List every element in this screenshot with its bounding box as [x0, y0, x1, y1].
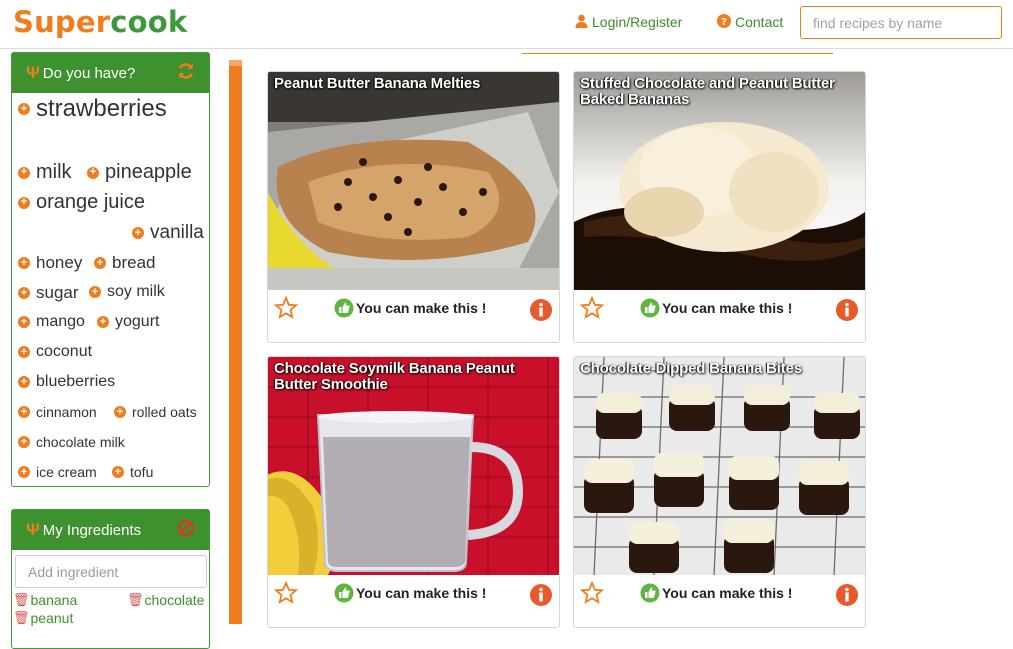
- plus-circle-icon: +: [18, 406, 30, 418]
- separator-bar-cap: [229, 60, 242, 66]
- recipe-card[interactable]: Chocolate-Dipped Banana Bites You can ma…: [573, 356, 866, 628]
- suggestion-honey[interactable]: + honey: [18, 253, 82, 273]
- contact-label: Contact: [735, 14, 784, 30]
- thumbs-up-icon: [334, 298, 354, 318]
- suggestion-tofu[interactable]: + tofu: [112, 464, 153, 480]
- suggestion-sugar[interactable]: + sugar: [18, 283, 79, 303]
- recipe-card[interactable]: Stuffed Chocolate and Peanut Butter Bake…: [573, 71, 866, 343]
- do-you-have-panel: Ψ Do you have? + strawberries + milk + pine…: [11, 52, 210, 487]
- add-ingredient-input[interactable]: [15, 555, 207, 588]
- ban-icon[interactable]: [177, 519, 195, 541]
- suggestion-rolled-oats[interactable]: + rolled oats: [114, 404, 197, 420]
- logo[interactable]: Supercook: [13, 5, 187, 39]
- suggestion-vanilla[interactable]: + vanilla: [132, 222, 204, 244]
- recipe-title[interactable]: Peanut Butter Banana Melties: [274, 76, 554, 92]
- suggestion-coconut[interactable]: + coconut: [18, 343, 92, 361]
- plus-circle-icon: +: [112, 466, 124, 478]
- recipe-title[interactable]: Chocolate-Dipped Banana Bites: [580, 361, 860, 377]
- can-make-status: You can make this !: [640, 583, 792, 603]
- do-you-have-title: Do you have?: [42, 64, 136, 82]
- info-icon[interactable]: [529, 298, 553, 322]
- plus-circle-icon: +: [18, 257, 30, 269]
- recipe-title[interactable]: Chocolate Soymilk Banana Peanut Butter S…: [274, 361, 554, 393]
- suggestion-chocolate-milk[interactable]: + chocolate milk: [18, 434, 125, 450]
- orange-separator-bar: [229, 60, 242, 624]
- suggestion-cinnamon[interactable]: + cinnamon: [18, 404, 97, 420]
- plus-circle-icon: +: [18, 196, 30, 209]
- refresh-icon[interactable]: [177, 62, 195, 84]
- suggestion-pineapple[interactable]: + pineapple: [87, 161, 192, 184]
- recipe-image-chocolate-dipped-banana-bites[interactable]: [574, 357, 865, 575]
- logo-part-cook: cook: [110, 5, 188, 39]
- suggestion-strawberries[interactable]: + strawberries: [18, 95, 167, 123]
- recipe-card[interactable]: Peanut Butter Banana Melties You can mak…: [267, 71, 560, 343]
- results-top-divider: [522, 48, 833, 54]
- info-icon[interactable]: [529, 583, 553, 607]
- suggestion-yogurt[interactable]: + yogurt: [97, 313, 159, 331]
- suggestion-bread[interactable]: + bread: [94, 253, 155, 273]
- info-icon[interactable]: [835, 298, 859, 322]
- fork-knife-icon: Ψ: [26, 63, 40, 82]
- can-make-status: You can make this !: [334, 298, 486, 318]
- fork-knife-icon: Ψ: [26, 520, 40, 539]
- recipe-card[interactable]: Chocolate Soymilk Banana Peanut Butter S…: [267, 356, 560, 628]
- suggestion-mango[interactable]: + mango: [18, 313, 85, 331]
- svg-text:?: ?: [721, 17, 727, 28]
- suggestion-milk[interactable]: + milk: [18, 161, 72, 184]
- plus-circle-icon: +: [87, 166, 99, 179]
- plus-circle-icon: +: [97, 316, 109, 328]
- my-ingredient-banana[interactable]: 🗑 banana: [13, 592, 77, 608]
- my-ingredients-header: Ψ My Ingredients: [12, 510, 209, 550]
- plus-circle-icon: +: [18, 466, 30, 478]
- my-ingredients-panel: Ψ My Ingredients 🗑banana 🗑chocolate 🗑pea…: [11, 509, 210, 649]
- thumbs-up-icon: [640, 583, 660, 603]
- trash-icon[interactable]: 🗑: [127, 592, 144, 608]
- can-make-status: You can make this !: [640, 298, 792, 318]
- do-you-have-header: Ψ Do you have?: [12, 53, 209, 93]
- plus-circle-icon: +: [18, 316, 30, 328]
- plus-circle-icon: +: [114, 406, 126, 418]
- suggestion-orange-juice[interactable]: + orange juice: [18, 191, 145, 214]
- thumbs-up-icon: [640, 298, 660, 318]
- plus-circle-icon: +: [18, 346, 30, 358]
- info-icon[interactable]: [835, 583, 859, 607]
- question-circle-icon: ?: [717, 14, 731, 30]
- star-icon[interactable]: [580, 296, 604, 320]
- plus-circle-icon: +: [89, 286, 101, 298]
- my-ingredient-chocolate[interactable]: 🗑 chocolate: [127, 592, 204, 608]
- star-icon[interactable]: [580, 581, 604, 605]
- recipe-image-peanut-butter-banana-melties[interactable]: [268, 72, 559, 290]
- can-make-status: You can make this !: [334, 583, 486, 603]
- star-icon[interactable]: [274, 581, 298, 605]
- plus-circle-icon: +: [132, 227, 144, 239]
- suggestion-soy-milk[interactable]: + soy milk: [89, 283, 165, 301]
- suggestion-blueberries[interactable]: + blueberries: [18, 373, 115, 391]
- login-register-link[interactable]: Login/Register: [575, 14, 682, 30]
- star-icon[interactable]: [274, 296, 298, 320]
- user-icon: [575, 14, 588, 30]
- plus-circle-icon: +: [18, 436, 30, 448]
- my-ingredients-title: My Ingredients: [42, 521, 142, 539]
- plus-circle-icon: +: [18, 103, 30, 115]
- plus-circle-icon: +: [18, 376, 30, 388]
- top-header: Supercook Login/Register ? Contact: [0, 0, 1013, 49]
- plus-circle-icon: +: [94, 257, 106, 269]
- contact-link[interactable]: ? Contact: [717, 14, 783, 30]
- trash-icon[interactable]: 🗑: [13, 592, 30, 608]
- login-register-label: Login/Register: [592, 14, 683, 30]
- recipe-title[interactable]: Stuffed Chocolate and Peanut Butter Bake…: [580, 76, 860, 108]
- plus-circle-icon: +: [18, 166, 30, 179]
- suggestion-ice-cream[interactable]: + ice cream: [18, 464, 97, 480]
- recipe-search-input[interactable]: [800, 6, 1002, 39]
- plus-circle-icon: +: [18, 287, 30, 299]
- thumbs-up-icon: [334, 583, 354, 603]
- logo-part-super: Super: [13, 5, 111, 39]
